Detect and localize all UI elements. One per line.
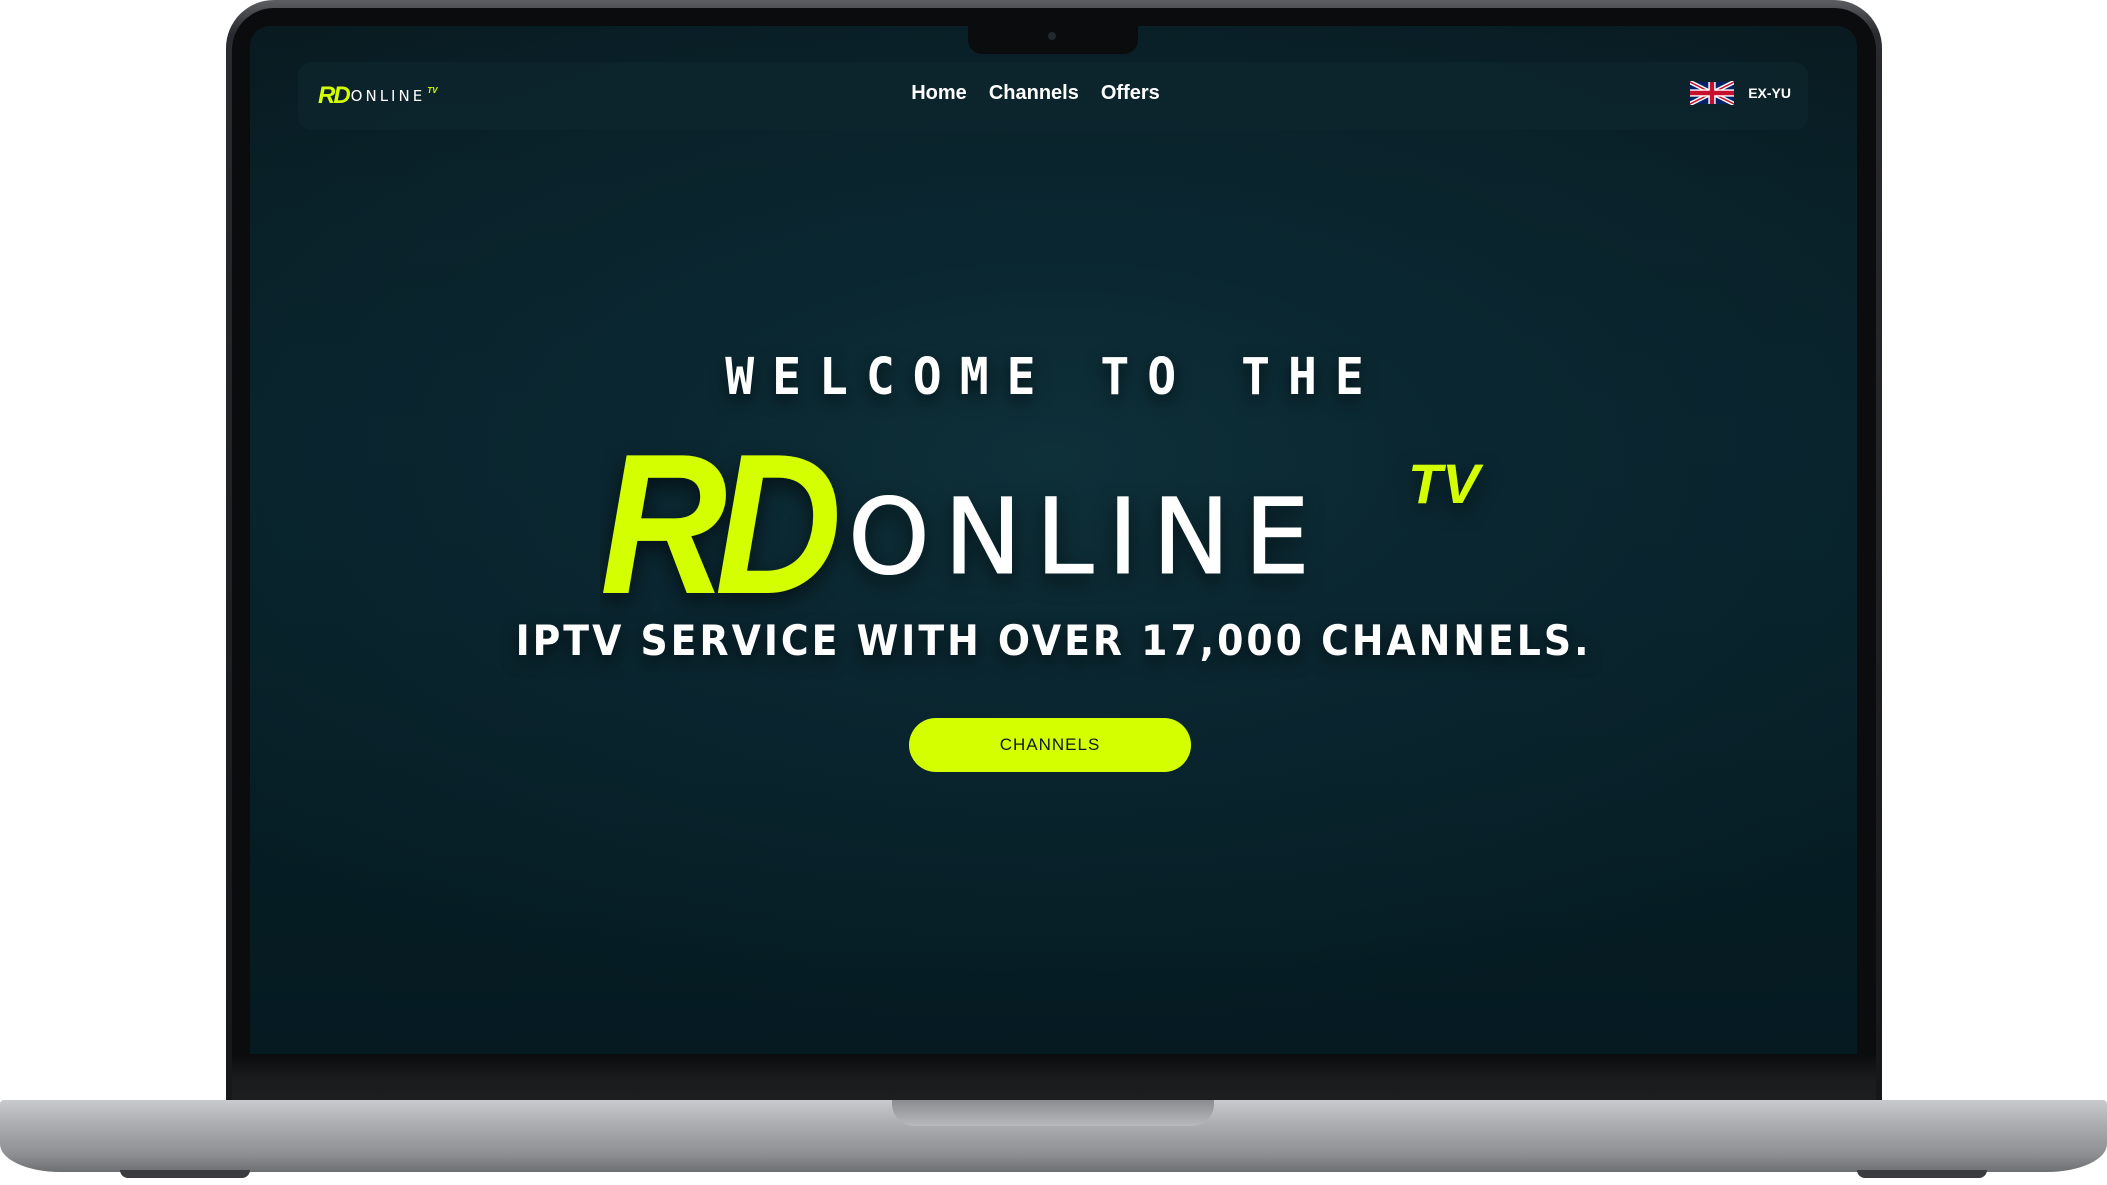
nav-links: Home Channels Offers [250, 82, 1857, 105]
channels-button[interactable]: CHANNELS [909, 718, 1191, 772]
uk-flag-icon [1690, 81, 1735, 105]
laptop-screen: RD ONLINE TV Home Channels Offers EX-YU … [250, 26, 1857, 1054]
camera-icon [1048, 32, 1056, 40]
nav-link-channels[interactable]: Channels [989, 82, 1079, 105]
nav-link-home[interactable]: Home [911, 82, 967, 105]
camera-notch [968, 24, 1138, 54]
laptop-base-lip [892, 1100, 1214, 1126]
language-label: EX-YU [1748, 85, 1791, 101]
hero-welcome-text: WELCOME TO THE [725, 347, 1382, 407]
hero-logo-tv: TV [1408, 452, 1484, 515]
laptop-foot-right [1857, 1170, 1987, 1178]
nav-link-offers[interactable]: Offers [1101, 82, 1160, 105]
hero-logo-online: ONLINE [848, 476, 1324, 598]
hero-logo: RD ONLINE TV [600, 421, 1484, 631]
hero-subtitle: IPTV SERVICE WITH OVER 17,000 CHANNELS. [515, 616, 1592, 665]
language-selector[interactable]: EX-YU [1690, 81, 1791, 105]
hero-logo-rd: RD [600, 421, 837, 631]
laptop-foot-left [120, 1170, 250, 1178]
